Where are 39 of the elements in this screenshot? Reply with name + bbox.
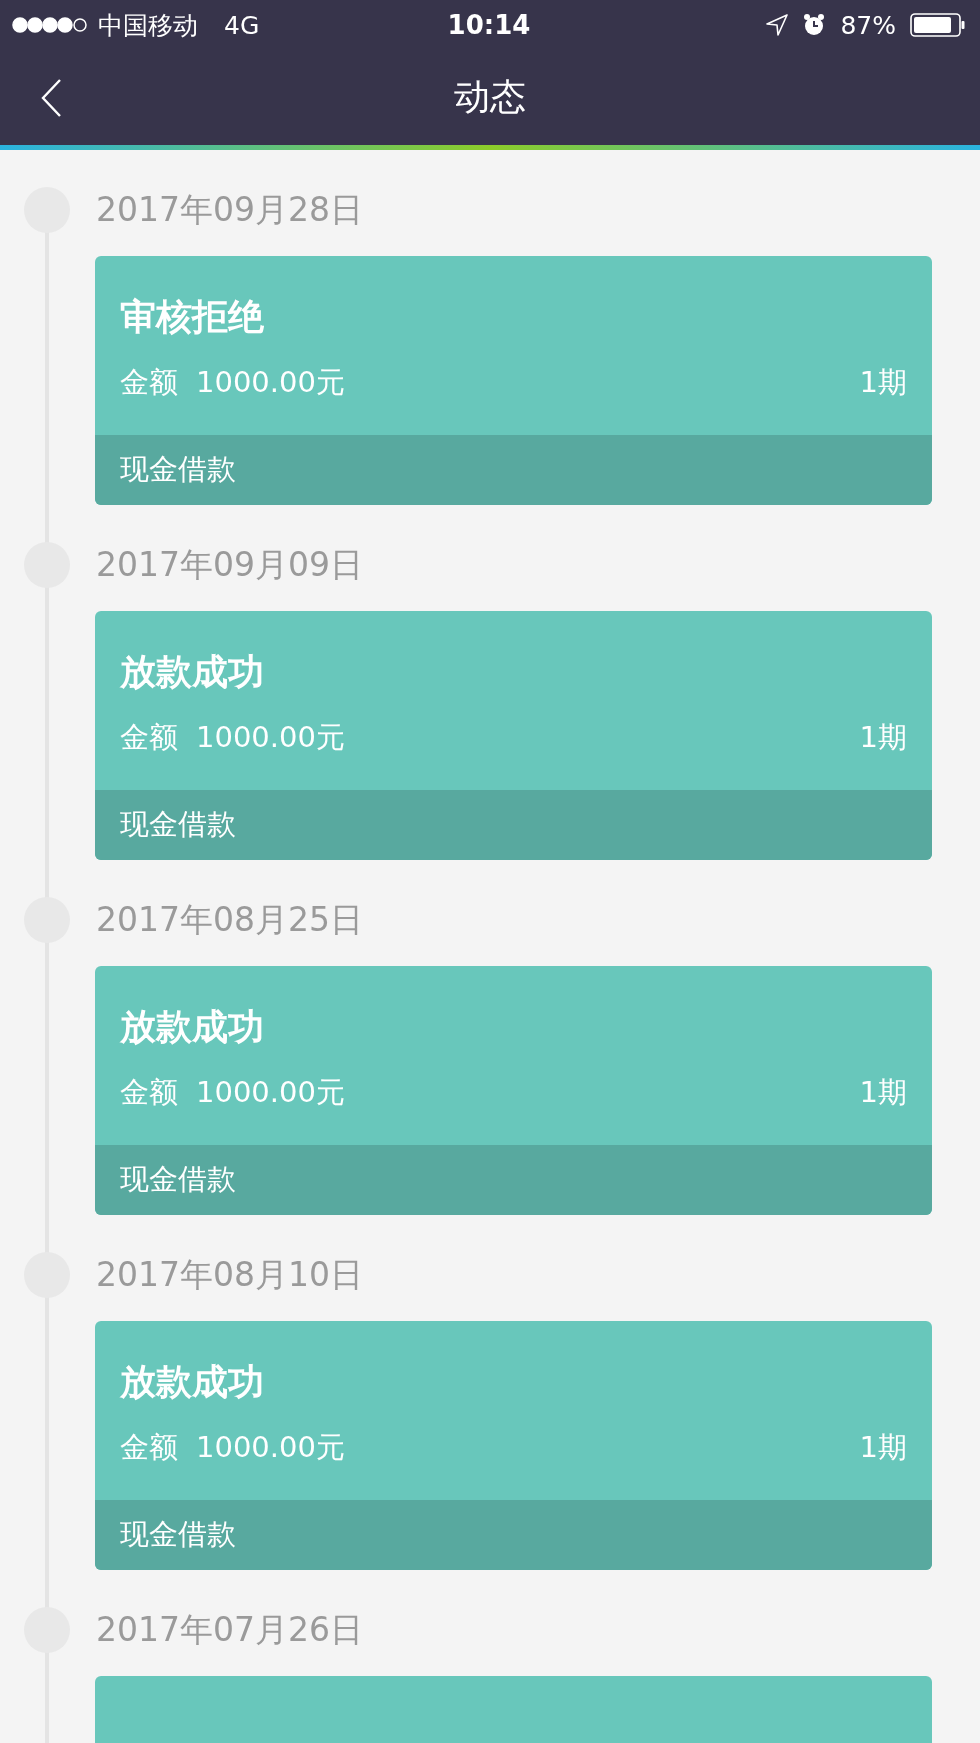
loan-term: 1期 xyxy=(859,719,907,756)
loan-term: 1期 xyxy=(859,364,907,401)
product-name: 现金借款 xyxy=(120,1161,236,1198)
event-date: 2017年09月09日 xyxy=(96,543,363,586)
event-card[interactable]: 放款成功 金额 1000.00元 1期 现金借款 xyxy=(95,611,932,860)
event-date: 2017年09月28日 xyxy=(96,188,363,231)
event-date: 2017年07月26日 xyxy=(96,1608,363,1651)
battery-percent: 87% xyxy=(840,10,896,40)
amount-label: 金额 xyxy=(120,719,178,756)
alarm-clock-icon xyxy=(802,13,827,37)
carrier-name: 中国移动 xyxy=(98,9,198,42)
event-card[interactable]: 放款成功 金额 1000.00元 1期 现金借款 xyxy=(95,966,932,1215)
amount-value: 1000.00元 xyxy=(196,1429,345,1466)
loan-term: 1期 xyxy=(859,1429,907,1466)
event-status: 审核拒绝 xyxy=(120,295,265,339)
page-title: 动态 xyxy=(454,75,526,119)
event-status: 放款成功 xyxy=(120,650,265,694)
amount-value: 1000.00元 xyxy=(196,1074,345,1111)
event-card[interactable]: 审核拒绝 金额 1000.00元 1期 现金借款 xyxy=(95,256,932,505)
product-name: 现金借款 xyxy=(120,1516,236,1553)
battery-icon xyxy=(910,12,966,38)
amount-label: 金额 xyxy=(120,1074,178,1111)
event-date: 2017年08月10日 xyxy=(96,1253,363,1296)
location-arrow-icon xyxy=(766,14,789,36)
product-name: 现金借款 xyxy=(120,451,236,488)
amount-value: 1000.00元 xyxy=(196,364,345,401)
event-status: 放款成功 xyxy=(120,1005,265,1049)
amount-label: 金额 xyxy=(120,364,178,401)
clock-time: 10:14 xyxy=(447,10,531,40)
amount-label: 金额 xyxy=(120,1429,178,1466)
event-status: 放款成功 xyxy=(120,1360,265,1404)
amount-value: 1000.00元 xyxy=(196,719,345,756)
back-chevron-icon xyxy=(40,78,62,118)
product-name: 现金借款 xyxy=(120,806,236,843)
event-card[interactable]: 放款成功 金额 1000.00元 1期 现金借款 xyxy=(95,1321,932,1570)
signal-icon xyxy=(12,16,90,34)
event-date: 2017年08月25日 xyxy=(96,898,363,941)
network-type: 4G xyxy=(224,10,260,40)
loan-term: 1期 xyxy=(859,1074,907,1111)
